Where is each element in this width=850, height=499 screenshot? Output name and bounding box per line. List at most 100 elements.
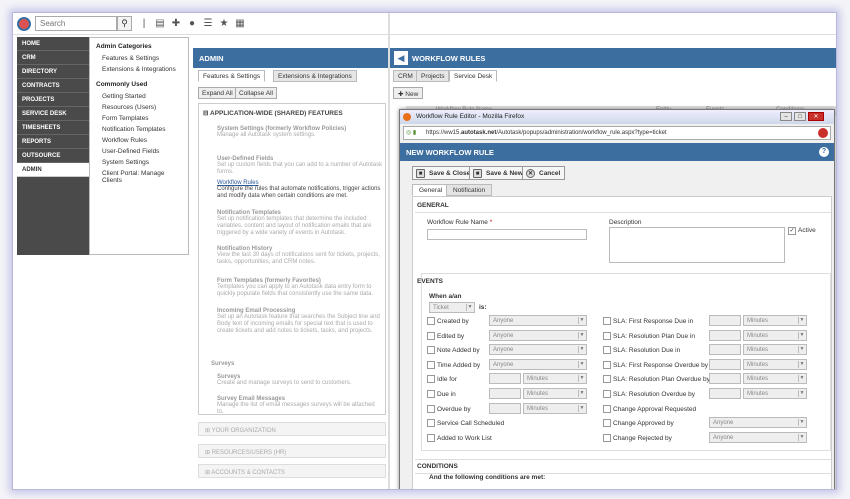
calendar-icon[interactable]: ▦: [233, 17, 247, 31]
menu-item-features-settings[interactable]: Features & Settings: [96, 53, 182, 64]
workflow-rule-name-input[interactable]: [427, 229, 587, 240]
popup-scrollbar[interactable]: [831, 197, 832, 490]
event-select-sla-first-response-due-in[interactable]: Minutes ▼: [743, 315, 807, 326]
cancel-button[interactable]: ✕ Cancel: [522, 166, 566, 180]
help-icon[interactable]: ?: [819, 147, 829, 157]
maximize-icon[interactable]: □: [794, 112, 806, 121]
event-number-input-sla-resolution-plan-overdue-by[interactable]: [709, 373, 741, 385]
tab-projects[interactable]: Projects: [416, 70, 450, 82]
nav-item-contracts[interactable]: CONTRACTS: [17, 79, 89, 93]
menu-item-form-templates[interactable]: Form Templates: [96, 113, 182, 124]
tab-extensions-integrations[interactable]: Extensions & Integrations: [273, 70, 357, 82]
nav-item-service-desk[interactable]: SERVICE DESK: [17, 107, 89, 121]
event-select-change-rejected-by[interactable]: Anyone ▼: [709, 431, 807, 443]
collapsed-section-accounts-contacts[interactable]: ⊞ ACCOUNTS & CONTACTS: [198, 464, 386, 478]
section-application-wide[interactable]: ⊟ APPLICATION-WIDE (SHARED) FEATURES: [203, 109, 343, 117]
event-checkbox-change-approved-by[interactable]: [603, 419, 611, 428]
event-select-due-in[interactable]: Minutes ▼: [523, 388, 587, 399]
event-select-overdue-by[interactable]: Minutes ▼: [523, 402, 587, 414]
minimize-icon[interactable]: –: [780, 112, 792, 121]
event-select-created-by[interactable]: Anyone ▼: [489, 315, 587, 326]
tab-general[interactable]: General: [412, 184, 450, 196]
nav-item-reports[interactable]: REPORTS: [17, 135, 89, 149]
description-textarea[interactable]: [609, 227, 785, 263]
event-checkbox-time-added-by[interactable]: [427, 360, 435, 369]
event-select-sla-resolution-plan-overdue-by[interactable]: Minutes ▼: [743, 373, 807, 385]
event-number-input-idle-for[interactable]: [489, 373, 521, 385]
event-checkbox-sla-resolution-plan-overdue-by[interactable]: [603, 375, 611, 384]
menu-item-workflow-rules[interactable]: Workflow Rules: [96, 135, 182, 146]
user-icon[interactable]: ●: [185, 17, 199, 31]
event-checkbox-sla-first-response-overdue-by[interactable]: [603, 360, 611, 369]
plus-icon[interactable]: ✚: [169, 17, 183, 31]
event-number-input-overdue-by[interactable]: [489, 402, 521, 414]
event-checkbox-idle-for[interactable]: [427, 375, 435, 384]
menu-item-client-portal-manage-clients[interactable]: Client Portal: Manage Clients: [96, 168, 182, 186]
event-checkbox-sla-resolution-overdue-by[interactable]: [603, 390, 611, 398]
menu-item-extensions-integrations[interactable]: Extensions & Integrations: [96, 64, 182, 75]
event-checkbox-change-approval-requested[interactable]: [603, 404, 611, 413]
nav-item-admin[interactable]: ADMIN: [17, 163, 89, 177]
event-checkbox-created-by[interactable]: [427, 317, 435, 325]
event-select-note-added-by[interactable]: Anyone ▼: [489, 344, 587, 356]
nav-item-projects[interactable]: PROJECTS: [17, 93, 89, 107]
menu-item-system-settings[interactable]: System Settings: [96, 157, 182, 168]
chart-icon[interactable]: ▤: [153, 17, 167, 31]
active-checkbox[interactable]: ✓: [788, 227, 796, 235]
addon-icon[interactable]: [818, 128, 828, 138]
event-checkbox-sla-resolution-plan-due-in[interactable]: [603, 331, 611, 340]
event-number-input-sla-first-response-overdue-by[interactable]: [709, 358, 741, 370]
tab-service-desk[interactable]: Service Desk: [449, 70, 498, 82]
event-number-input-sla-resolution-overdue-by[interactable]: [709, 388, 741, 399]
event-select-edited-by[interactable]: Anyone ▼: [489, 329, 587, 341]
entity-select[interactable]: Ticket ▼: [429, 302, 475, 313]
event-select-idle-for[interactable]: Minutes ▼: [523, 373, 587, 385]
event-select-sla-resolution-plan-due-in[interactable]: Minutes ▼: [743, 329, 807, 341]
tab-crm[interactable]: CRM: [393, 70, 418, 82]
event-checkbox-note-added-by[interactable]: [427, 346, 435, 355]
expand-all-button[interactable]: Expand All: [198, 87, 237, 99]
event-checkbox-change-rejected-by[interactable]: [603, 433, 611, 442]
event-select-sla-resolution-overdue-by[interactable]: Minutes ▼: [743, 388, 807, 399]
close-icon[interactable]: ✕: [808, 112, 824, 121]
menu-item-user-defined-fields[interactable]: User-Defined Fields: [96, 146, 182, 157]
nav-item-directory[interactable]: DIRECTORY: [17, 65, 89, 79]
event-select-sla-first-response-overdue-by[interactable]: Minutes ▼: [743, 358, 807, 370]
event-select-sla-resolution-due-in[interactable]: Minutes ▼: [743, 344, 807, 356]
collapsed-section-your-organization[interactable]: ⊞ YOUR ORGANIZATION: [198, 422, 386, 436]
event-select-change-approved-by[interactable]: Anyone ▼: [709, 417, 807, 429]
nav-item-timesheets[interactable]: TIMESHEETS: [17, 121, 89, 135]
event-checkbox-added-to-work-list[interactable]: [427, 433, 435, 442]
event-number-input-sla-resolution-due-in[interactable]: [709, 344, 741, 356]
event-checkbox-overdue-by[interactable]: [427, 404, 435, 413]
nav-item-home[interactable]: HOME: [17, 37, 89, 51]
search-icon[interactable]: ⚲: [117, 16, 132, 31]
checklist-icon[interactable]: ☰: [201, 17, 215, 31]
event-number-input-due-in[interactable]: [489, 388, 521, 399]
save-close-button[interactable]: ■ Save & Close: [412, 166, 476, 180]
event-number-input-sla-resolution-plan-due-in[interactable]: [709, 329, 741, 341]
event-checkbox-edited-by[interactable]: [427, 331, 435, 340]
url-bar[interactable]: https://ww15.autotask.net/Autotask/popup…: [403, 126, 831, 140]
menu-item-getting-started[interactable]: Getting Started: [96, 91, 182, 102]
event-checkbox-sla-resolution-due-in[interactable]: [603, 346, 611, 355]
collapse-all-button[interactable]: Collapse All: [235, 87, 277, 99]
event-select-time-added-by[interactable]: Anyone ▼: [489, 358, 587, 370]
save-new-button[interactable]: ■ Save & New: [469, 166, 528, 180]
search-input[interactable]: [35, 16, 117, 31]
event-checkbox-due-in[interactable]: [427, 390, 435, 398]
event-number-input-sla-first-response-due-in[interactable]: [709, 315, 741, 326]
new-button[interactable]: ✚ New: [393, 87, 424, 99]
nav-item-outsource[interactable]: OUTSOURCE: [17, 149, 89, 163]
tab-features-settings[interactable]: Features & Settings: [198, 70, 266, 82]
menu-item-resources-users[interactable]: Resources (Users): [96, 102, 182, 113]
back-arrow-icon[interactable]: ◀: [394, 51, 408, 65]
event-checkbox-sla-first-response-due-in[interactable]: [603, 317, 611, 325]
nav-item-crm[interactable]: CRM: [17, 51, 89, 65]
autotask-logo-icon[interactable]: [17, 17, 31, 31]
tab-notification[interactable]: Notification: [446, 184, 493, 196]
event-checkbox-service-call-scheduled[interactable]: [427, 419, 435, 428]
star-icon[interactable]: ★: [217, 17, 231, 31]
collapsed-section-resources-users[interactable]: ⊞ RESOURCES/USERS (HR): [198, 444, 386, 458]
menu-item-notification-templates[interactable]: Notification Templates: [96, 124, 182, 135]
